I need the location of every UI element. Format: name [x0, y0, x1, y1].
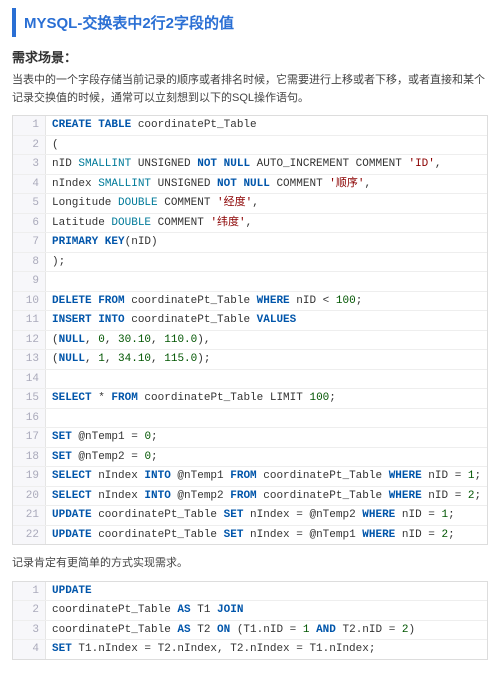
line-number: 16 [13, 409, 46, 428]
code-line: 8); [13, 253, 487, 273]
line-number: 3 [13, 155, 46, 174]
code-content: ); [46, 253, 71, 272]
code-content: (NULL, 0, 30.10, 110.0), [46, 331, 216, 350]
code-content: coordinatePt_Table AS T1 JOIN [46, 601, 249, 620]
code-content: UPDATE coordinatePt_Table SET nIndex = @… [46, 526, 461, 545]
code-line: 21UPDATE coordinatePt_Table SET nIndex =… [13, 506, 487, 526]
code-line: 11INSERT INTO coordinatePt_Table VALUES [13, 311, 487, 331]
code-content: nIndex SMALLINT UNSIGNED NOT NULL COMMEN… [46, 175, 377, 194]
code-line: 19SELECT nIndex INTO @nTemp1 FROM coordi… [13, 467, 487, 487]
code-line: 4SET T1.nIndex = T2.nIndex, T2.nIndex = … [13, 640, 487, 659]
line-number: 12 [13, 331, 46, 350]
code-block-1: 1CREATE TABLE coordinatePt_Table2(3nID S… [12, 115, 488, 545]
code-line: 7PRIMARY KEY(nID) [13, 233, 487, 253]
page-title: MYSQL-交换表中2行2字段的值 [12, 8, 488, 37]
line-number: 3 [13, 621, 46, 640]
code-line: 5Longitude DOUBLE COMMENT '经度', [13, 194, 487, 214]
code-line: 2coordinatePt_Table AS T1 JOIN [13, 601, 487, 621]
code-content: ( [46, 136, 65, 155]
line-number: 8 [13, 253, 46, 272]
code-line: 9 [13, 272, 487, 292]
code-line: 3nID SMALLINT UNSIGNED NOT NULL AUTO_INC… [13, 155, 487, 175]
code-content: INSERT INTO coordinatePt_Table VALUES [46, 311, 302, 330]
code-line: 3coordinatePt_Table AS T2 ON (T1.nID = 1… [13, 621, 487, 641]
code-line: 1CREATE TABLE coordinatePt_Table [13, 116, 487, 136]
code-line: 4nIndex SMALLINT UNSIGNED NOT NULL COMME… [13, 175, 487, 195]
code-line: 2( [13, 136, 487, 156]
line-number: 4 [13, 640, 46, 659]
line-number: 17 [13, 428, 46, 447]
line-number: 6 [13, 214, 46, 233]
code-content: PRIMARY KEY(nID) [46, 233, 164, 252]
code-content: SET T1.nIndex = T2.nIndex, T2.nIndex = T… [46, 640, 381, 659]
code-line: 20SELECT nIndex INTO @nTemp2 FROM coordi… [13, 487, 487, 507]
line-number: 2 [13, 136, 46, 155]
code-content [46, 272, 58, 291]
code-content: SET @nTemp2 = 0; [46, 448, 164, 467]
line-number: 20 [13, 487, 46, 506]
line-number: 14 [13, 370, 46, 389]
line-number: 18 [13, 448, 46, 467]
code-content: Longitude DOUBLE COMMENT '经度', [46, 194, 265, 213]
line-number: 10 [13, 292, 46, 311]
line-number: 1 [13, 116, 46, 135]
code-content: UPDATE [46, 582, 98, 601]
code-line: 16 [13, 409, 487, 429]
line-number: 19 [13, 467, 46, 486]
line-number: 21 [13, 506, 46, 525]
code-line: 18SET @nTemp2 = 0; [13, 448, 487, 468]
line-number: 13 [13, 350, 46, 369]
code-content [46, 370, 58, 389]
code-line: 10DELETE FROM coordinatePt_Table WHERE n… [13, 292, 487, 312]
line-number: 1 [13, 582, 46, 601]
code-content: SELECT nIndex INTO @nTemp1 FROM coordina… [46, 467, 487, 486]
section-heading: 需求场景： [12, 47, 488, 66]
code-line: 14 [13, 370, 487, 390]
code-line: 15SELECT * FROM coordinatePt_Table LIMIT… [13, 389, 487, 409]
intro-paragraph: 当表中的一个字段存储当前记录的顺序或者排名时候，它需要进行上移或者下移，或者直接… [12, 72, 488, 107]
line-number: 22 [13, 526, 46, 545]
code-block-2: 1UPDATE2coordinatePt_Table AS T1 JOIN3co… [12, 581, 488, 660]
line-number: 7 [13, 233, 46, 252]
code-line: 22UPDATE coordinatePt_Table SET nIndex =… [13, 526, 487, 545]
line-number: 11 [13, 311, 46, 330]
code-content: SELECT * FROM coordinatePt_Table LIMIT 1… [46, 389, 342, 408]
code-content: CREATE TABLE coordinatePt_Table [46, 116, 263, 135]
code-content: (NULL, 1, 34.10, 115.0); [46, 350, 216, 369]
code-line: 6Latitude DOUBLE COMMENT '纬度', [13, 214, 487, 234]
line-number: 15 [13, 389, 46, 408]
code-line: 13(NULL, 1, 34.10, 115.0); [13, 350, 487, 370]
line-number: 2 [13, 601, 46, 620]
code-content [46, 409, 58, 428]
code-content: coordinatePt_Table AS T2 ON (T1.nID = 1 … [46, 621, 421, 640]
code-content: DELETE FROM coordinatePt_Table WHERE nID… [46, 292, 368, 311]
code-content: UPDATE coordinatePt_Table SET nIndex = @… [46, 506, 461, 525]
code-content: SELECT nIndex INTO @nTemp2 FROM coordina… [46, 487, 487, 506]
code-content: nID SMALLINT UNSIGNED NOT NULL AUTO_INCR… [46, 155, 448, 174]
line-number: 5 [13, 194, 46, 213]
line-number: 4 [13, 175, 46, 194]
code-line: 1UPDATE [13, 582, 487, 602]
line-number: 9 [13, 272, 46, 291]
mid-note: 记录肯定有更简单的方式实现需求。 [12, 555, 488, 573]
code-line: 17SET @nTemp1 = 0; [13, 428, 487, 448]
code-line: 12(NULL, 0, 30.10, 110.0), [13, 331, 487, 351]
code-content: Latitude DOUBLE COMMENT '纬度', [46, 214, 258, 233]
code-content: SET @nTemp1 = 0; [46, 428, 164, 447]
